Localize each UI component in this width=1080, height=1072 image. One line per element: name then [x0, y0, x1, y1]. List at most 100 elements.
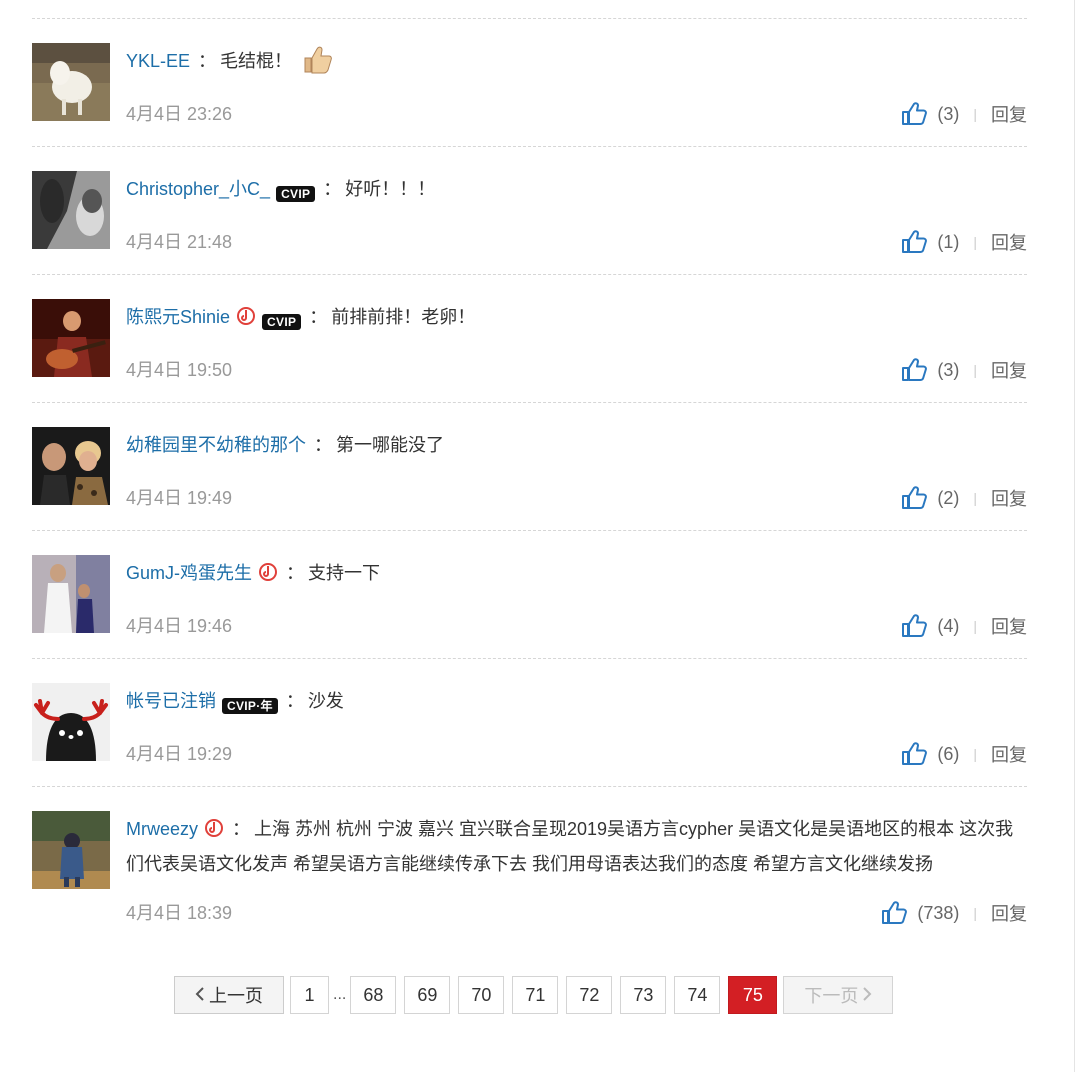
like-count: (3): [937, 103, 960, 124]
comment-time: 4月4日 19:29: [126, 744, 233, 764]
avatar[interactable]: [32, 427, 110, 505]
vip-badge: CVIP: [276, 186, 316, 202]
like-count: (1): [937, 231, 960, 252]
comment-text: 支持一下: [308, 563, 380, 583]
comment-item: 陈熙元Shinie CVIP ：前排前排！老卵！ 4月4日 19:50 (3) | …: [32, 275, 1027, 403]
comment-body: YKL-EE ：毛结棍！: [126, 45, 1027, 85]
comment-body: Christopher_小C_ CVIP ：好听！！！: [126, 173, 1027, 205]
comment-body: 陈熙元Shinie CVIP ：前排前排！老卵！: [126, 301, 1027, 336]
page-button-71[interactable]: 71: [512, 976, 559, 1014]
page-button-70[interactable]: 70: [458, 976, 505, 1014]
comment-item: Mrweezy ：上海 苏州 杭州 宁波 嘉兴 宜兴联合呈现2019吴语方言cyp…: [32, 787, 1027, 945]
page-button-current[interactable]: 75: [728, 976, 778, 1014]
page-button-1[interactable]: 1: [290, 976, 329, 1014]
like-count: (738): [917, 902, 960, 923]
comment-username[interactable]: 幼稚园里不幼稚的那个: [126, 435, 306, 455]
separator: |: [973, 106, 977, 122]
music-badge-icon: [204, 816, 224, 848]
page-button-73[interactable]: 73: [620, 976, 667, 1014]
next-page-label: 下一页: [804, 986, 859, 1006]
comment-actions: (3) | 回复: [901, 358, 1027, 382]
comment-item: YKL-EE ：毛结棍！ 4月4日 23:26 (3) | 回复: [32, 19, 1027, 147]
reply-link[interactable]: 回复: [991, 357, 1027, 383]
like-count: (2): [937, 487, 960, 508]
comment-text: 沙发: [307, 691, 344, 711]
comment-time: 4月4日 19:46: [126, 616, 233, 636]
thumbs-up-icon[interactable]: [901, 742, 928, 766]
comment-text: 毛结棍！: [220, 51, 293, 71]
comment-actions: (3) | 回复: [901, 102, 1027, 126]
comment-text: 前排前排！老卵！: [331, 307, 476, 327]
comment-item: GumJ-鸡蛋先生 ：支持一下 4月4日 19:46 (4) | 回复: [32, 531, 1027, 659]
comment-time: 4月4日 18:39: [126, 903, 233, 923]
reply-link[interactable]: 回复: [991, 485, 1027, 511]
page-button-74[interactable]: 74: [674, 976, 721, 1014]
reply-link[interactable]: 回复: [991, 101, 1027, 127]
comment-username[interactable]: GumJ-鸡蛋先生: [126, 563, 252, 583]
comment-username[interactable]: Christopher_小C_: [126, 179, 270, 199]
pagination: 上一页 1 ... 68 69 70 71 72 73 74 75 下一页: [174, 975, 894, 1015]
vip-badge: CVIP: [262, 314, 302, 330]
separator: |: [973, 490, 977, 506]
colon: ：: [323, 179, 342, 199]
colon: ：: [314, 435, 332, 455]
comment-actions: (1) | 回复: [901, 230, 1027, 254]
page-button-68[interactable]: 68: [350, 976, 397, 1014]
music-badge-icon: [258, 560, 278, 592]
thumbs-up-icon[interactable]: [901, 230, 928, 254]
thumbs-up-icon[interactable]: [901, 358, 928, 382]
page-button-72[interactable]: 72: [566, 976, 613, 1014]
avatar[interactable]: [32, 43, 110, 121]
comment-time: 4月4日 21:48: [126, 232, 233, 252]
comment-username[interactable]: 帐号已注销: [126, 691, 216, 711]
comment-item: 幼稚园里不幼稚的那个 ：第一哪能没了 4月4日 19:49 (2) | 回复: [32, 403, 1027, 531]
page-right-border: [1074, 0, 1075, 1072]
comment-text: 好听！！！: [345, 179, 436, 199]
comment-time: 4月4日 23:26: [126, 104, 233, 124]
music-badge-icon: [236, 304, 256, 336]
thumbs-up-icon[interactable]: [901, 102, 928, 126]
comment-body: 帐号已注销 CVIP·年 ：沙发: [126, 685, 1027, 717]
avatar[interactable]: [32, 171, 110, 249]
reply-link[interactable]: 回复: [991, 900, 1027, 926]
reply-link[interactable]: 回复: [991, 229, 1027, 255]
comment-body: GumJ-鸡蛋先生 ：支持一下: [126, 557, 1027, 592]
comment-time: 4月4日 19:50: [126, 360, 233, 380]
separator: |: [973, 746, 977, 762]
next-page-button[interactable]: 下一页: [783, 976, 894, 1014]
colon: ：: [232, 819, 251, 839]
comment-text: 第一哪能没了: [336, 435, 444, 455]
comment-actions: (6) | 回复: [901, 742, 1027, 766]
comment-item: 帐号已注销 CVIP·年 ：沙发 4月4日 19:29 (6) | 回复: [32, 659, 1027, 787]
page-button-69[interactable]: 69: [404, 976, 451, 1014]
thumbs-up-emoji-icon: [301, 45, 333, 85]
avatar[interactable]: [32, 555, 110, 633]
avatar[interactable]: [32, 299, 110, 377]
comment-username[interactable]: 陈熙元Shinie: [126, 307, 230, 327]
like-count: (4): [937, 615, 960, 636]
separator: |: [973, 905, 977, 921]
comment-body: Mrweezy ：上海 苏州 杭州 宁波 嘉兴 宜兴联合呈现2019吴语方言cyp…: [126, 813, 1027, 880]
comment-item: Christopher_小C_ CVIP ：好听！！！ 4月4日 21:48 (1)…: [32, 147, 1027, 275]
separator: |: [973, 362, 977, 378]
like-count: (3): [937, 359, 960, 380]
avatar[interactable]: [32, 683, 110, 761]
reply-link[interactable]: 回复: [991, 741, 1027, 767]
comment-username[interactable]: Mrweezy: [126, 819, 198, 839]
prev-page-label: 上一页: [209, 986, 263, 1006]
thumbs-up-icon[interactable]: [881, 901, 908, 925]
comment-actions: (2) | 回复: [901, 486, 1027, 510]
chevron-left-icon: [195, 985, 205, 1006]
colon: ：: [286, 563, 304, 583]
pagination-ellipsis: ...: [333, 986, 347, 1003]
reply-link[interactable]: 回复: [991, 613, 1027, 639]
thumbs-up-icon[interactable]: [901, 614, 928, 638]
colon: ：: [309, 307, 328, 327]
avatar[interactable]: [32, 811, 110, 889]
colon: ：: [198, 51, 217, 71]
comment-username[interactable]: YKL-EE: [126, 51, 190, 71]
separator: |: [973, 234, 977, 250]
comment-list: YKL-EE：毛结棍！ 4月4日 23:26 (3) | 回复 Christop…: [32, 18, 1027, 945]
prev-page-button[interactable]: 上一页: [174, 976, 284, 1014]
thumbs-up-icon[interactable]: [901, 486, 928, 510]
